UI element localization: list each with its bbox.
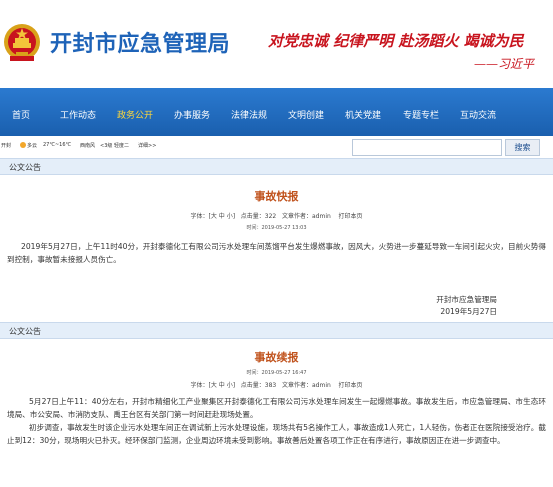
- nav-item-home[interactable]: 首页: [12, 108, 30, 121]
- article-time: 时间：2019-05-27 13:03: [246, 225, 307, 231]
- author-name: admin: [312, 381, 331, 389]
- hits-label: 点击量：: [240, 381, 265, 389]
- section-header: 公文公告: [0, 158, 553, 175]
- nav-item-services[interactable]: 办事服务: [174, 108, 210, 121]
- search-button[interactable]: 搜索: [505, 139, 540, 156]
- cloudy-sun-icon: [20, 142, 26, 148]
- article-title: 事故续报: [254, 350, 299, 364]
- nav-item-civilization[interactable]: 文明创建: [288, 108, 324, 121]
- signature-org: 开封市应急管理局: [436, 294, 497, 304]
- section-header: 公文公告: [0, 321, 553, 339]
- article-meta: 字体：[大 中 小] 点击量：322 文章作者：admin 打印本页: [0, 211, 553, 220]
- info-bar: 开封 多云 27℃~16℃ 西南风 <3级 轻度二 详细>> 搜索: [0, 136, 553, 158]
- article-time: 时间：2019-05-27 16:47: [246, 369, 307, 376]
- weather-detail-link[interactable]: 详细>>: [138, 142, 156, 149]
- article-paragraph: 初步调查，事故发生时该企业污水处理车间正在调试新上污水处理设施，现场共有5名操作…: [7, 423, 546, 446]
- author-label: 文章作者：: [281, 213, 312, 220]
- hits-count: 322: [264, 213, 277, 220]
- weather-temp: 27℃~16℃: [43, 142, 72, 148]
- nav-item-party-building[interactable]: 机关党建: [345, 108, 381, 121]
- article-paragraph: 2019年5月27日，上午11时40分，开封泰德化工有限公司污水处理车间蒸馏平台…: [7, 242, 546, 265]
- article-meta: 字体：[大 中 小] 点击量：383 文章作者：admin 打印本页: [0, 380, 553, 389]
- print-page-link[interactable]: 打印本页: [338, 213, 362, 220]
- search-input[interactable]: [352, 139, 502, 156]
- author-label: 文章作者：: [281, 381, 312, 389]
- slogan-signature: ——习近平: [474, 57, 535, 71]
- main-nav: 首页 工作动态 政务公开 办事服务 法律法规 文明创建 机关党建 专题专栏 互动…: [0, 88, 553, 136]
- weather-wind: 西南风: [80, 143, 96, 149]
- weather-city: 开封: [1, 143, 12, 149]
- weather-pollution: 轻度二: [114, 143, 130, 149]
- article-section-2: 公文公告 事故续报 时间：2019-05-27 16:47 字体：[大 中 小]…: [0, 321, 553, 448]
- hits-label: 点击量：: [240, 213, 265, 220]
- nav-item-special-topics[interactable]: 专题专栏: [403, 108, 439, 121]
- site-header: 开封市应急管理局 对党忠诚 纪律严明 赴汤蹈火 竭诚为民 ——习近平: [0, 0, 553, 88]
- font-size-switcher[interactable]: [大 中 小]: [209, 213, 236, 220]
- article-paragraph: 5月27日上午11：40分左右，开封市精细化工产业聚集区开封泰德化工有限公司污水…: [7, 396, 546, 419]
- author-name: admin: [312, 213, 331, 220]
- font-size-prefix: 字体：: [190, 381, 209, 389]
- nav-item-work-news[interactable]: 工作动态: [60, 108, 96, 121]
- nav-item-interaction[interactable]: 互动交流: [460, 108, 496, 121]
- nav-item-laws[interactable]: 法律法规: [231, 108, 267, 121]
- slogan-text: 对党忠诚 纪律严明 赴汤蹈火 竭诚为民: [268, 32, 524, 50]
- font-size-switcher[interactable]: [大 中 小]: [209, 382, 236, 389]
- site-title: 开封市应急管理局: [50, 32, 231, 57]
- weather-condition-label: 多云: [27, 143, 38, 149]
- weather-wind-level: <3级: [100, 143, 113, 149]
- hits-count: 383: [264, 381, 277, 389]
- signature-date: 2019年5月27日: [440, 306, 497, 316]
- national-emblem-icon: [2, 22, 42, 64]
- weather-condition: 多云: [20, 142, 37, 149]
- article-title: 事故快报: [254, 190, 299, 203]
- article-section-1: 公文公告 事故快报 字体：[大 中 小] 点击量：322 文章作者：admin …: [0, 158, 553, 318]
- nav-item-gov-affairs[interactable]: 政务公开: [117, 108, 153, 121]
- font-size-prefix: 字体：: [190, 213, 209, 220]
- print-page-link[interactable]: 打印本页: [338, 382, 362, 389]
